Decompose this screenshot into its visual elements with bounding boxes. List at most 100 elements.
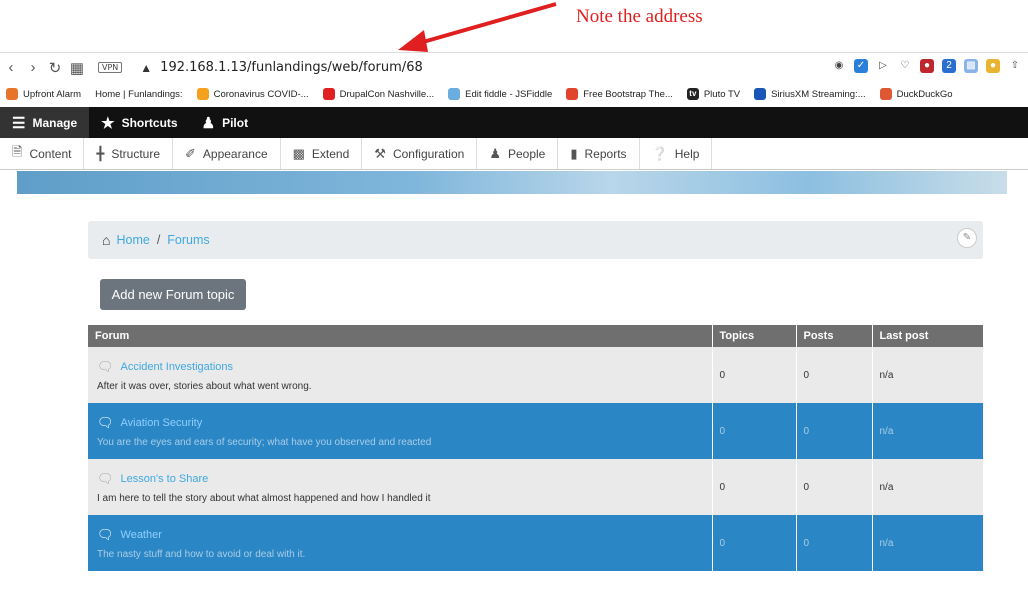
forum-link[interactable]: Weather xyxy=(121,529,162,541)
tray-label: Content xyxy=(29,146,72,161)
bookmark-icon xyxy=(566,88,579,100)
back-icon[interactable]: ‹ xyxy=(0,59,22,76)
shield-icon[interactable]: ✓ xyxy=(854,59,868,73)
pencil-icon[interactable]: ✎ xyxy=(957,228,977,248)
bookmark-label: Home | Funlandings: xyxy=(95,88,183,100)
toolbar-shortcuts-label: Shortcuts xyxy=(121,115,178,130)
forum-cell: 🗨 Aviation Security You are the eyes and e… xyxy=(88,403,712,459)
bookmark-item[interactable]: tv Pluto TV xyxy=(686,88,740,100)
column-header-forum: Forum xyxy=(88,325,712,347)
wrench-icon: ⚒ xyxy=(374,145,386,161)
last-post: n/a xyxy=(871,459,983,515)
toolbar-manage-label: Manage xyxy=(32,115,78,130)
bookmark-icon: tv xyxy=(686,88,699,100)
tray-label: Structure xyxy=(111,146,160,161)
bookmark-icon xyxy=(196,88,209,100)
bookmark-label: DuckDuckGo xyxy=(896,88,953,100)
bookmark-item[interactable]: Upfront Alarm xyxy=(6,88,81,100)
forum-link[interactable]: Lesson's to Share xyxy=(121,473,209,485)
reload-icon[interactable]: ↻ xyxy=(44,59,66,77)
heart-icon[interactable]: ♡ xyxy=(898,59,912,73)
forum-description: I am here to tell the story about what a… xyxy=(97,492,431,504)
share-icon[interactable]: ⇧ xyxy=(1008,59,1022,73)
bookmark-item[interactable]: DuckDuckGo xyxy=(879,88,953,100)
tray-item-structure[interactable]: ╋ Structure xyxy=(84,138,173,169)
annotation-arrow-icon xyxy=(398,2,557,52)
bookmark-icon xyxy=(448,88,461,100)
forum-description: After it was over, stories about what we… xyxy=(97,380,312,392)
tray-item-extend[interactable]: ▩ Extend xyxy=(281,138,363,169)
speech-bubble-icon: 🗨 xyxy=(97,414,114,430)
bookmark-item[interactable]: Free Bootstrap The... xyxy=(566,88,673,100)
bookmark-icon xyxy=(754,88,767,100)
tray-label: People xyxy=(507,146,546,161)
breadcrumb-forums[interactable]: Forums xyxy=(167,233,209,247)
brush-icon: ✐ xyxy=(185,145,196,161)
ublock-icon[interactable]: ● xyxy=(920,59,934,73)
tray-label: Help xyxy=(674,146,700,161)
table-row: 🗨 Lesson's to Share I am here to tell the … xyxy=(88,459,983,515)
bookmark-label: Coronavirus COVID-... xyxy=(213,88,309,100)
bookmark-label: SiriusXM Streaming:... xyxy=(771,88,866,100)
forum-cell: 🗨 Weather The nasty stuff and how to avoid… xyxy=(88,515,712,571)
forum-link[interactable]: Aviation Security xyxy=(121,417,203,429)
tray-item-configuration[interactable]: ⚒ Configuration xyxy=(362,138,478,169)
forum-cell: 🗨 Lesson's to Share I am here to tell the … xyxy=(88,459,712,515)
badge-icon[interactable]: 2 xyxy=(942,59,956,73)
tray-label: Configuration xyxy=(392,146,465,161)
tray-item-help[interactable]: ❔ Help xyxy=(640,138,713,169)
extension-icons: ◉ ✓ ▷ ♡ ● 2 ▩ ● ⇧ xyxy=(832,59,1022,73)
grid-icon[interactable]: ▦ xyxy=(66,59,88,77)
bookmark-item[interactable]: Home | Funlandings: xyxy=(95,89,183,100)
puzzle-icon: ▩ xyxy=(292,145,305,161)
camera-icon[interactable]: ◉ xyxy=(832,59,846,73)
forum-name-line: 🗨 Weather xyxy=(97,527,705,543)
admin-toolbar-tray: 🗎 Content ╋ Structure ✐ Appearance ▩ Extend … xyxy=(0,138,1028,170)
bookmark-item[interactable]: Edit fiddle - JSFiddle xyxy=(448,88,552,100)
topics-count: 0 xyxy=(711,515,796,571)
toolbar-user[interactable]: ♟ Pilot xyxy=(190,107,260,138)
forum-name-line: 🗨 Accident Investigations xyxy=(97,359,705,375)
bookmark-item[interactable]: Coronavirus COVID-... xyxy=(196,88,309,100)
breadcrumb-home[interactable]: Home xyxy=(116,233,149,247)
bookmark-item[interactable]: DrupalCon Nashville... xyxy=(322,88,434,100)
url-field[interactable]: 192.168.1.13/funlandings/web/forum/68 xyxy=(160,60,423,75)
menu-icon: ☰ xyxy=(12,114,26,132)
tray-item-appearance[interactable]: ✐ Appearance xyxy=(173,138,281,169)
last-post: n/a xyxy=(871,403,983,459)
toolbar-shortcuts[interactable]: ★ Shortcuts xyxy=(89,107,189,138)
people-icon: ♟ xyxy=(489,145,501,161)
bar-chart-icon: ▮ xyxy=(570,145,578,161)
tray-label: Extend xyxy=(311,146,350,161)
address-bar: ‹ › ↻ ▦ VPN ▲ 192.168.1.13/funlandings/w… xyxy=(0,52,1028,82)
warning-icon[interactable]: ▲ xyxy=(140,61,152,75)
vpn-badge[interactable]: VPN xyxy=(98,62,123,73)
reader-icon[interactable]: ▩ xyxy=(964,59,978,73)
forward-icon[interactable]: › xyxy=(22,59,44,76)
table-row: 🗨 Weather The nasty stuff and how to avoid… xyxy=(88,515,983,571)
tray-item-people[interactable]: ♟ People xyxy=(477,138,559,169)
toolbar-manage[interactable]: ☰ Manage xyxy=(0,107,90,138)
posts-count: 0 xyxy=(795,403,872,459)
last-post: n/a xyxy=(871,515,983,571)
posts-count: 0 xyxy=(795,515,872,571)
forum-description: The nasty stuff and how to avoid or deal… xyxy=(97,548,306,560)
toolbar-user-label: Pilot xyxy=(222,115,249,130)
breadcrumb-separator: / xyxy=(156,233,161,247)
breadcrumb: ⌂ Home / Forums ✎ xyxy=(88,221,983,259)
tray-item-content[interactable]: 🗎 Content xyxy=(0,138,85,169)
forum-name-line: 🗨 Lesson's to Share xyxy=(97,471,705,487)
admin-toolbar: ☰ Manage ★ Shortcuts ♟ Pilot xyxy=(0,107,1028,138)
send-icon[interactable]: ▷ xyxy=(876,59,890,73)
annotation-note: Note the address xyxy=(576,6,703,27)
forum-link[interactable]: Accident Investigations xyxy=(121,361,234,373)
color-icon[interactable]: ● xyxy=(986,59,1000,73)
add-forum-topic-button[interactable]: Add new Forum topic xyxy=(100,279,246,310)
speech-bubble-icon: 🗨 xyxy=(97,358,114,374)
tray-item-reports[interactable]: ▮ Reports xyxy=(558,138,640,169)
topics-count: 0 xyxy=(711,459,796,515)
topics-count: 0 xyxy=(711,403,796,459)
bookmark-label: Free Bootstrap The... xyxy=(583,88,673,100)
bookmark-item[interactable]: SiriusXM Streaming:... xyxy=(754,88,866,100)
column-header-topics: Topics xyxy=(711,325,796,347)
